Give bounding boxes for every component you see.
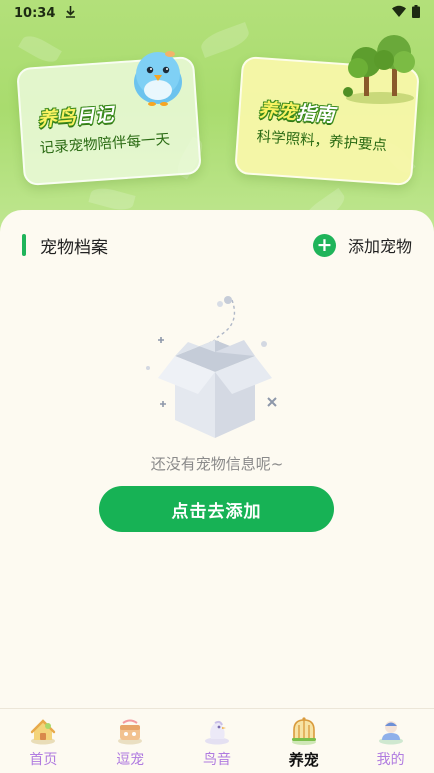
pet-guide-title: 养宠指南 — [258, 95, 336, 127]
blue-bird-icon — [134, 51, 182, 106]
tab-label: 养宠 — [288, 751, 319, 769]
leaf-pattern — [198, 22, 252, 58]
home-icon — [31, 719, 56, 745]
tab-label: 逗宠 — [116, 752, 145, 768]
bird-diary-title: 养鸟日记 — [37, 100, 115, 132]
tease-pet-icon — [118, 719, 143, 745]
pet-profile-header: 宠物档案 + 添加宠物 — [22, 232, 412, 258]
wifi-icon — [392, 5, 406, 21]
status-time: 10:34 — [14, 5, 56, 21]
tab-label: 首页 — [29, 752, 58, 768]
bottom-tab-bar: 首页 逗宠 鸟音 养宠 我的 — [0, 708, 434, 773]
tab-label: 鸟音 — [202, 752, 231, 768]
bird-diary-subtitle: 记录宠物陪伴每一天 — [39, 131, 171, 157]
pet-guide-title-b: 指南 — [295, 101, 336, 127]
tab-home[interactable]: 首页 — [0, 709, 87, 773]
bird-sound-icon — [204, 720, 229, 745]
tab-label: 我的 — [376, 752, 405, 768]
empty-state-text: 还没有宠物信息呢~ — [150, 455, 284, 473]
plus-icon: + — [312, 233, 336, 257]
trees-icon — [343, 35, 415, 104]
hero-banner: 10:34 养鸟日记 记录宠物陪伴每一天 养宠指南 科学照料，养护要点 — [0, 0, 434, 240]
add-pet-button[interactable]: + 添加宠物 — [312, 233, 412, 257]
pet-guide-subtitle: 科学照料，养护要点 — [256, 129, 388, 155]
bird-diary-title-a: 养鸟 — [36, 106, 77, 131]
tab-tease-pet[interactable]: 逗宠 — [87, 709, 174, 773]
birdcage-icon — [291, 717, 316, 745]
section-accent-bar — [22, 234, 26, 256]
add-pet-label: 添加宠物 — [347, 237, 412, 256]
tab-profile[interactable]: 我的 — [347, 709, 434, 773]
click-to-add-button[interactable]: 点击去添加 — [99, 486, 334, 532]
empty-box-icon — [146, 296, 277, 438]
section-title: 宠物档案 — [40, 237, 108, 258]
tab-bird-sound[interactable]: 鸟音 — [174, 709, 261, 773]
download-icon — [65, 5, 76, 21]
tab-raise-pet[interactable]: 养宠 — [260, 709, 347, 773]
battery-icon — [412, 4, 420, 22]
leaf-pattern — [18, 31, 62, 67]
status-bar: 10:34 — [0, 0, 434, 26]
bird-diary-title-b: 日记 — [74, 103, 115, 129]
pet-guide-title-a: 养宠 — [257, 99, 298, 124]
profile-icon — [378, 721, 403, 745]
